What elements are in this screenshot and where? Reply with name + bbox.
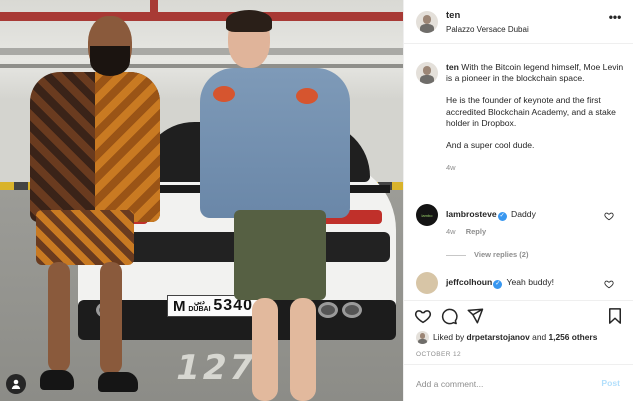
post-date[interactable]: OCTOBER 12 (416, 351, 461, 358)
person-right-hair (226, 10, 272, 32)
ceiling-pipe (150, 0, 158, 20)
comment-body: Daddy (511, 209, 536, 219)
more-horizontal-icon[interactable]: ••• (608, 11, 622, 26)
commenter-avatar[interactable]: lambo (416, 204, 438, 226)
ceiling-pipe (0, 48, 403, 55)
person-right-shorts (234, 210, 326, 300)
author-username[interactable]: ten (446, 10, 460, 21)
user-tag-icon[interactable] (6, 374, 26, 394)
commenter-username[interactable]: jeffcolhoun (446, 277, 492, 287)
likes-summary: Liked by drpetarstojanov and 1,256 other… (416, 331, 626, 345)
comment-icon[interactable] (440, 307, 458, 325)
post-actions (404, 300, 633, 330)
caption-line: He is the founder of keynote and the fir… (446, 95, 616, 128)
person-left-leg (48, 262, 70, 372)
replies-divider (446, 254, 466, 256)
ceiling-pipe (0, 64, 403, 68)
send-icon[interactable] (466, 307, 484, 325)
shirt-embroidery (296, 88, 318, 104)
post-comment-button[interactable]: Post (601, 378, 620, 388)
svg-text:lambo: lambo (422, 213, 434, 218)
add-comment-bar: Post (404, 364, 633, 401)
person-left-shorts (36, 210, 134, 265)
caption-time[interactable]: 4w (446, 162, 624, 173)
ceiling-pipe (0, 12, 403, 21)
reply-button[interactable]: Reply (466, 227, 486, 236)
post-header: ten Palazzo Versace Dubai ••• (404, 0, 633, 44)
likes-prefix: Liked by (433, 332, 465, 342)
likes-others-link[interactable]: 1,256 others (548, 332, 597, 342)
author-avatar[interactable] (416, 11, 438, 33)
heart-icon[interactable] (414, 307, 432, 325)
post-location[interactable]: Palazzo Versace Dubai (446, 25, 529, 34)
person-left-shoe (98, 372, 138, 392)
comment-like-heart-icon[interactable] (604, 211, 614, 221)
person-left-leg (100, 262, 122, 374)
commenter-username[interactable]: lambrosteve (446, 209, 497, 219)
comment-like-heart-icon[interactable] (604, 279, 614, 289)
verified-badge-icon: ✓ (493, 280, 503, 289)
shirt-embroidery (213, 86, 235, 102)
post-photo[interactable]: 127 M دبي DUBAI 5340 (0, 0, 403, 401)
likes-text: Liked by drpetarstojanov and 1,256 other… (433, 332, 597, 342)
caption-avatar[interactable] (416, 62, 438, 84)
liker-avatar[interactable] (416, 331, 429, 344)
verified-badge-icon: ✓ (497, 212, 507, 221)
caption-text: ten With the Bitcoin legend himself, Moe… (446, 62, 624, 173)
caption-username[interactable]: ten (446, 62, 459, 72)
plate-city: دبي DUBAI (188, 299, 211, 313)
add-comment-input[interactable] (416, 377, 586, 391)
comment-text: jeffcolhoun ✓ Yeah buddy! (446, 277, 554, 289)
view-replies-label: View replies (2) (474, 250, 529, 259)
car-exhaust (342, 302, 362, 318)
caption-line: And a super cool dude. (446, 140, 535, 151)
person-left-beard (90, 46, 130, 76)
commenter-avatar[interactable] (416, 272, 438, 294)
comment-time[interactable]: 4w (446, 227, 456, 236)
person-right-leg (290, 298, 316, 401)
comment-text: lambrosteve ✓ Daddy (446, 209, 536, 221)
plate-code: M (173, 297, 186, 315)
bookmark-icon[interactable] (606, 307, 624, 325)
person-left-shirt (95, 72, 160, 222)
liker-username[interactable]: drpetarstojanov (467, 332, 530, 342)
person-left-shoe (40, 370, 74, 390)
view-replies-button[interactable]: View replies (2) (446, 250, 528, 259)
person-right-leg (252, 298, 278, 401)
post-side-panel: ten Palazzo Versace Dubai ••• ten With t… (403, 0, 633, 401)
likes-conjunction: and (532, 332, 547, 342)
car-exhaust (318, 302, 338, 318)
floor-number: 127 (171, 348, 261, 388)
comment-meta: 4w Reply (446, 227, 486, 236)
comment-body: Yeah buddy! (506, 277, 555, 287)
caption-line: With the Bitcoin legend himself, Moe Lev… (446, 62, 624, 84)
